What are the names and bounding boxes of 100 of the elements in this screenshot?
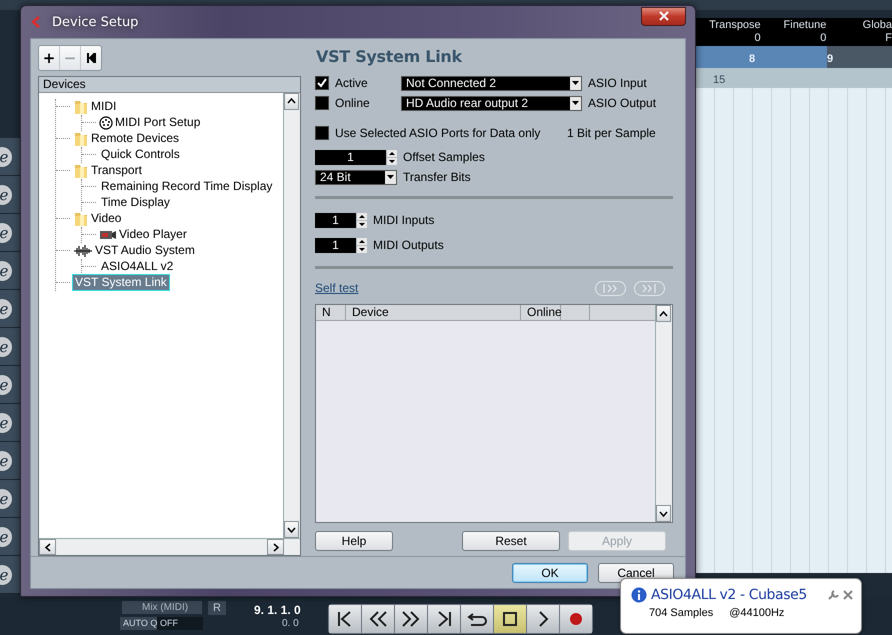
field-label: MIDI Inputs bbox=[373, 213, 434, 227]
folder-icon bbox=[73, 98, 89, 115]
dialog-button[interactable]: Help bbox=[315, 531, 393, 551]
cycle-icon bbox=[468, 613, 487, 626]
edit-button[interactable]: e bbox=[0, 450, 12, 470]
scroll-down-button[interactable] bbox=[656, 505, 671, 522]
column-header[interactable]: Device bbox=[346, 305, 521, 320]
dropdown[interactable]: 24 Bit bbox=[315, 170, 397, 184]
dropdown[interactable]: Not Connected 2 bbox=[401, 76, 582, 90]
transport-button[interactable] bbox=[362, 605, 394, 633]
tree-item[interactable]: Video Player bbox=[117, 227, 189, 242]
position-sub-display: 0. 0 bbox=[282, 618, 299, 629]
inspector-label: Globa bbox=[862, 19, 892, 32]
tree-item[interactable]: Quick Controls bbox=[99, 147, 182, 162]
scroll-up-button[interactable] bbox=[656, 305, 671, 322]
midi-port-icon bbox=[99, 116, 113, 130]
tree-item[interactable]: VST System Link bbox=[73, 275, 169, 290]
checkbox[interactable] bbox=[315, 126, 329, 140]
window-title: Device Setup bbox=[52, 14, 138, 30]
inspector-label: Transpose bbox=[709, 19, 761, 32]
close-icon[interactable] bbox=[843, 590, 853, 600]
spinner-arrows[interactable] bbox=[357, 238, 367, 252]
edit-button[interactable]: e bbox=[0, 374, 12, 394]
wrench-icon[interactable] bbox=[827, 589, 839, 601]
edit-button[interactable]: e bbox=[0, 488, 12, 508]
edit-button[interactable]: e bbox=[0, 298, 12, 318]
column-header[interactable]: N bbox=[316, 305, 346, 320]
inspector-value: 0 bbox=[820, 32, 826, 45]
transport-button[interactable] bbox=[428, 605, 460, 633]
read-button[interactable]: R bbox=[208, 601, 226, 615]
scroll-down-button[interactable] bbox=[284, 521, 299, 538]
info-text: 1 Bit per Sample bbox=[567, 126, 656, 140]
edit-button[interactable]: e bbox=[0, 260, 12, 280]
inspector-value: 0 bbox=[754, 32, 761, 45]
skip-to-end-icon bbox=[640, 284, 658, 292]
tree-item[interactable]: MIDI Port Setup bbox=[113, 115, 202, 130]
tree-item[interactable]: VST Audio System bbox=[93, 243, 197, 258]
spinner-arrows[interactable] bbox=[357, 212, 367, 228]
edit-button[interactable]: e bbox=[0, 336, 12, 356]
field-label: ASIO Output bbox=[588, 96, 656, 110]
check-icon bbox=[317, 78, 327, 88]
go-to-end-icon bbox=[438, 611, 451, 627]
notification-title: ASIO4ALL v2 - Cubase5 bbox=[651, 587, 807, 603]
tree-item[interactable]: Remote Devices bbox=[89, 131, 182, 146]
auto-quantize-field[interactable]: OFF bbox=[157, 617, 203, 630]
checkbox-label: Active bbox=[335, 76, 369, 90]
tree-item[interactable]: Remaining Record Time Display bbox=[99, 179, 274, 194]
edit-button[interactable]: e bbox=[0, 146, 12, 166]
dialog-button[interactable]: OK bbox=[512, 562, 588, 582]
notification-text: @44100Hz bbox=[729, 607, 784, 619]
number-field[interactable]: 1 bbox=[315, 150, 386, 164]
scroll-right-button[interactable] bbox=[267, 539, 284, 555]
caret-icon bbox=[387, 175, 394, 179]
tree-item[interactable]: Video bbox=[89, 211, 124, 226]
spinner-arrows[interactable] bbox=[387, 150, 397, 164]
close-button[interactable] bbox=[641, 6, 686, 26]
waveform-icon bbox=[73, 244, 93, 258]
inspector-value: F bbox=[885, 32, 892, 45]
dropdown[interactable]: HD Audio rear output 2 bbox=[401, 96, 582, 110]
transport-button[interactable] bbox=[461, 605, 493, 633]
number-field[interactable]: 1 bbox=[315, 238, 356, 252]
tree-item[interactable]: MIDI bbox=[89, 99, 118, 114]
field-label: Transfer Bits bbox=[403, 170, 471, 184]
number-field[interactable]: 1 bbox=[315, 212, 356, 228]
checkbox[interactable] bbox=[315, 96, 329, 110]
ruler-number: 9 bbox=[827, 53, 834, 65]
mix-selector[interactable]: Mix (MIDI) bbox=[122, 601, 202, 614]
folder-icon bbox=[73, 130, 89, 147]
self-test-link[interactable]: Self test bbox=[315, 281, 358, 295]
edit-button[interactable]: e bbox=[0, 222, 12, 242]
checkbox[interactable] bbox=[315, 76, 329, 90]
tree-item[interactable]: ASIO4ALL v2 bbox=[99, 259, 176, 274]
checkbox-label: Online bbox=[335, 96, 371, 110]
inspector-label: Finetune bbox=[784, 19, 826, 32]
transport-button[interactable] bbox=[395, 605, 427, 633]
edit-button[interactable]: e bbox=[0, 526, 12, 546]
skip-back-icon bbox=[86, 52, 96, 63]
field-label: MIDI Outputs bbox=[373, 238, 444, 252]
bar-number: 15 bbox=[713, 74, 726, 86]
scroll-left-button[interactable] bbox=[39, 539, 56, 555]
caret-icon bbox=[572, 81, 579, 85]
column-header[interactable]: Online bbox=[521, 305, 561, 320]
column-header: Devices bbox=[39, 76, 300, 93]
go-to-start-icon bbox=[338, 611, 351, 627]
transport-button[interactable] bbox=[329, 605, 361, 633]
edit-button[interactable]: e bbox=[0, 184, 12, 204]
checkbox-label: Use Selected ASIO Ports for Data only bbox=[335, 126, 542, 140]
fast-forward-icon bbox=[402, 611, 420, 627]
scroll-up-button[interactable] bbox=[284, 92, 299, 110]
add-button[interactable]: + bbox=[39, 46, 60, 70]
tree-item[interactable]: Time Display bbox=[99, 195, 172, 210]
dialog-button[interactable]: Reset bbox=[462, 531, 560, 551]
edit-button[interactable]: e bbox=[0, 564, 12, 584]
ruler-number: 8 bbox=[749, 53, 756, 65]
transport-button[interactable] bbox=[494, 605, 526, 633]
tree-item[interactable]: Transport bbox=[89, 163, 144, 178]
edit-button[interactable]: e bbox=[0, 412, 12, 432]
transport-button[interactable] bbox=[527, 605, 559, 633]
record-icon bbox=[570, 613, 582, 625]
panel-title: VST System Link bbox=[316, 47, 464, 66]
